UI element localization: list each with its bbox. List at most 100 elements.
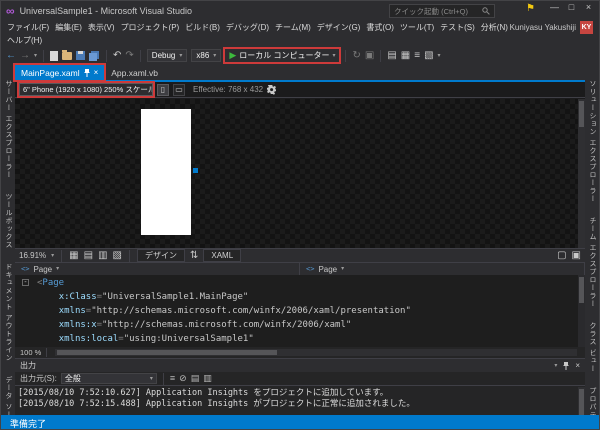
tool-window-tab[interactable]: ツールボックス <box>1 193 15 249</box>
code-fold-icon[interactable]: - <box>22 279 29 286</box>
navigate-forward-icon[interactable]: → <box>20 51 30 61</box>
guides-icon[interactable]: ▧ <box>113 251 122 261</box>
tool-window-tab[interactable]: クラス ビュー <box>585 322 599 373</box>
find-in-files-icon[interactable]: ▤ <box>387 51 396 61</box>
menu-item[interactable]: ビルド(B) <box>182 22 223 33</box>
tool-window-tab[interactable]: ドキュメント アウトライン <box>1 263 15 362</box>
landscape-orientation-button[interactable]: ▭ <box>173 84 185 96</box>
display-settings-gear-icon[interactable] <box>267 85 277 95</box>
editor-zoom-control[interactable]: 100 % <box>15 348 47 357</box>
menu-item[interactable]: デザイン(G) <box>314 22 364 33</box>
snap-grid-icon[interactable]: ▤ <box>84 251 93 261</box>
show-grid-icon[interactable]: ▦ <box>69 251 78 261</box>
menu-items: ファイル(F)編集(E)表示(V)プロジェクト(P)ビルド(B)デバッグ(D)チ… <box>4 22 510 33</box>
navigate-dropdown-icon[interactable]: ▾ <box>34 53 37 59</box>
selection-handle[interactable] <box>193 168 198 173</box>
code-line: <Page <box>37 276 585 290</box>
redo-icon[interactable]: ↷ <box>125 51 133 61</box>
tab-app-xaml-vb[interactable]: App.xaml.vb <box>105 65 164 80</box>
refresh-icon[interactable]: ↻ <box>352 51 360 61</box>
tool-window-tab[interactable]: サーバー エクスプローラー <box>1 80 15 179</box>
menu-item[interactable]: ファイル(F) <box>4 22 52 33</box>
extra-tools-icon[interactable]: ▧ <box>424 51 433 61</box>
breadcrumb[interactable]: <> Page ▾ <box>300 263 585 275</box>
design-view-tab[interactable]: デザイン <box>137 249 185 262</box>
xaml-view-tab[interactable]: XAML <box>203 249 241 262</box>
tool-window-tab[interactable]: ソリューション エクスプローラー <box>585 80 599 203</box>
undo-icon[interactable]: ↶ <box>113 51 121 61</box>
scrollbar-thumb[interactable] <box>579 101 584 127</box>
messages-list-icon[interactable]: ≡ <box>170 374 175 383</box>
save-icon[interactable] <box>76 51 85 60</box>
editor-bottom-bar: 100 % <box>15 347 585 358</box>
solution-configuration-combo[interactable]: Debug ▾ <box>147 49 188 62</box>
editor-horizontal-scrollbar[interactable] <box>55 349 577 356</box>
editor-scrollbar[interactable] <box>578 275 585 347</box>
menu-item[interactable]: ツール(T) <box>397 22 437 33</box>
avatar[interactable]: KY <box>580 21 593 34</box>
save-all-icon[interactable] <box>89 51 100 61</box>
toolbox-icon[interactable]: ▦ <box>401 51 410 61</box>
phone-artboard[interactable] <box>141 109 191 235</box>
close-button[interactable]: × <box>580 2 597 12</box>
word-wrap-icon[interactable]: ▤ <box>191 374 200 383</box>
minimize-button[interactable]: — <box>546 2 563 12</box>
scrollbar-thumb[interactable] <box>57 350 277 355</box>
swap-panes-icon[interactable]: ⇅ <box>190 251 198 261</box>
output-source-combo[interactable]: 全般 ▾ <box>61 373 157 384</box>
new-file-icon[interactable] <box>50 51 58 61</box>
menu-item-help[interactable]: ヘルプ(H) <box>4 35 45 46</box>
tab-mainpage-xaml[interactable]: MainPage.xaml × <box>15 65 104 80</box>
menu-item[interactable]: デバッグ(D) <box>223 22 272 33</box>
device-selector-combo[interactable]: 6" Phone (1920 x 1080) 250% スケール ▾ <box>19 83 153 96</box>
line-list-icon[interactable]: ≡ <box>414 51 420 61</box>
device-label: 6" Phone (1920 x 1080) 250% スケール <box>23 84 153 95</box>
breadcrumb[interactable]: <> Page ▾ <box>15 263 300 275</box>
chevron-down-icon: ▾ <box>213 53 216 59</box>
expand-pane-icon[interactable]: ▣ <box>572 251 581 261</box>
user-name[interactable]: Kuniyasu Yakushiji <box>510 23 576 32</box>
window-position-icon[interactable]: ▾ <box>554 363 557 369</box>
quick-launch-search[interactable]: クイック起動 (Ctrl+Q) <box>389 4 495 18</box>
design-canvas[interactable] <box>15 99 585 248</box>
notification-flag-icon[interactable]: ⚑ <box>526 4 535 14</box>
xaml-editor[interactable]: <Page x:Class="UniversalSample1.MainPage… <box>15 275 585 347</box>
toolbar-options-icon[interactable]: ▾ <box>438 53 441 59</box>
tool-window-tab[interactable]: チーム エクスプローラー <box>585 217 599 308</box>
start-debugging-button[interactable]: ▶ ローカル コンピューター ▾ <box>225 49 339 62</box>
stop-icon[interactable]: ▣ <box>365 51 374 61</box>
portrait-orientation-button[interactable]: ▯ <box>157 84 169 96</box>
code-line: xmlns="http://schemas.microsoft.com/winf… <box>37 304 585 318</box>
design-tab-label: デザイン <box>145 250 177 261</box>
menu-item[interactable]: チーム(M) <box>272 22 314 33</box>
zoom-dropdown-icon[interactable]: ▾ <box>51 253 54 259</box>
menu-item[interactable]: 編集(E) <box>52 22 85 33</box>
scrollbar-thumb[interactable] <box>579 389 584 415</box>
visual-studio-logo-icon: ∞ <box>6 5 15 17</box>
menu-item[interactable]: 表示(V) <box>85 22 118 33</box>
designer-footer: 16.91% ▾ ▦ ▤ ▥ ▧ デザイン ⇅ XAML ▢ ▣ <box>15 248 585 262</box>
pin-icon[interactable] <box>84 69 90 77</box>
xaml-designer: 6" Phone (1920 x 1080) 250% スケール ▾ ▯ ▭ E… <box>15 82 585 262</box>
output-scrollbar[interactable] <box>578 387 585 415</box>
pin-icon[interactable] <box>563 362 569 370</box>
navigate-back-icon[interactable]: ← <box>6 51 16 61</box>
maximize-button[interactable]: □ <box>563 2 580 12</box>
menu-item[interactable]: プロジェクト(P) <box>118 22 183 33</box>
menu-item[interactable]: 分析(N) <box>478 22 510 33</box>
split-pane-icon[interactable]: ▢ <box>557 251 566 261</box>
snaplines-icon[interactable]: ▥ <box>98 251 107 261</box>
output-log[interactable]: [2015/08/10 7:52:10.627] Application Ins… <box>18 388 576 414</box>
close-pane-icon[interactable]: × <box>575 361 580 370</box>
open-file-icon[interactable] <box>62 52 72 60</box>
autoscroll-icon[interactable]: ▥ <box>203 374 212 383</box>
solution-platform-combo[interactable]: x86 ▾ <box>191 49 221 62</box>
designer-scrollbar[interactable] <box>578 99 585 248</box>
zoom-level[interactable]: 16.91% <box>19 251 46 260</box>
close-tab-icon[interactable]: × <box>94 69 99 77</box>
menu-item[interactable]: テスト(S) <box>437 22 478 33</box>
scrollbar-thumb[interactable] <box>579 277 584 303</box>
clear-all-icon[interactable]: ⊘ <box>179 374 187 383</box>
tab-label: App.xaml.vb <box>111 68 158 78</box>
menu-item[interactable]: 書式(O) <box>363 22 397 33</box>
